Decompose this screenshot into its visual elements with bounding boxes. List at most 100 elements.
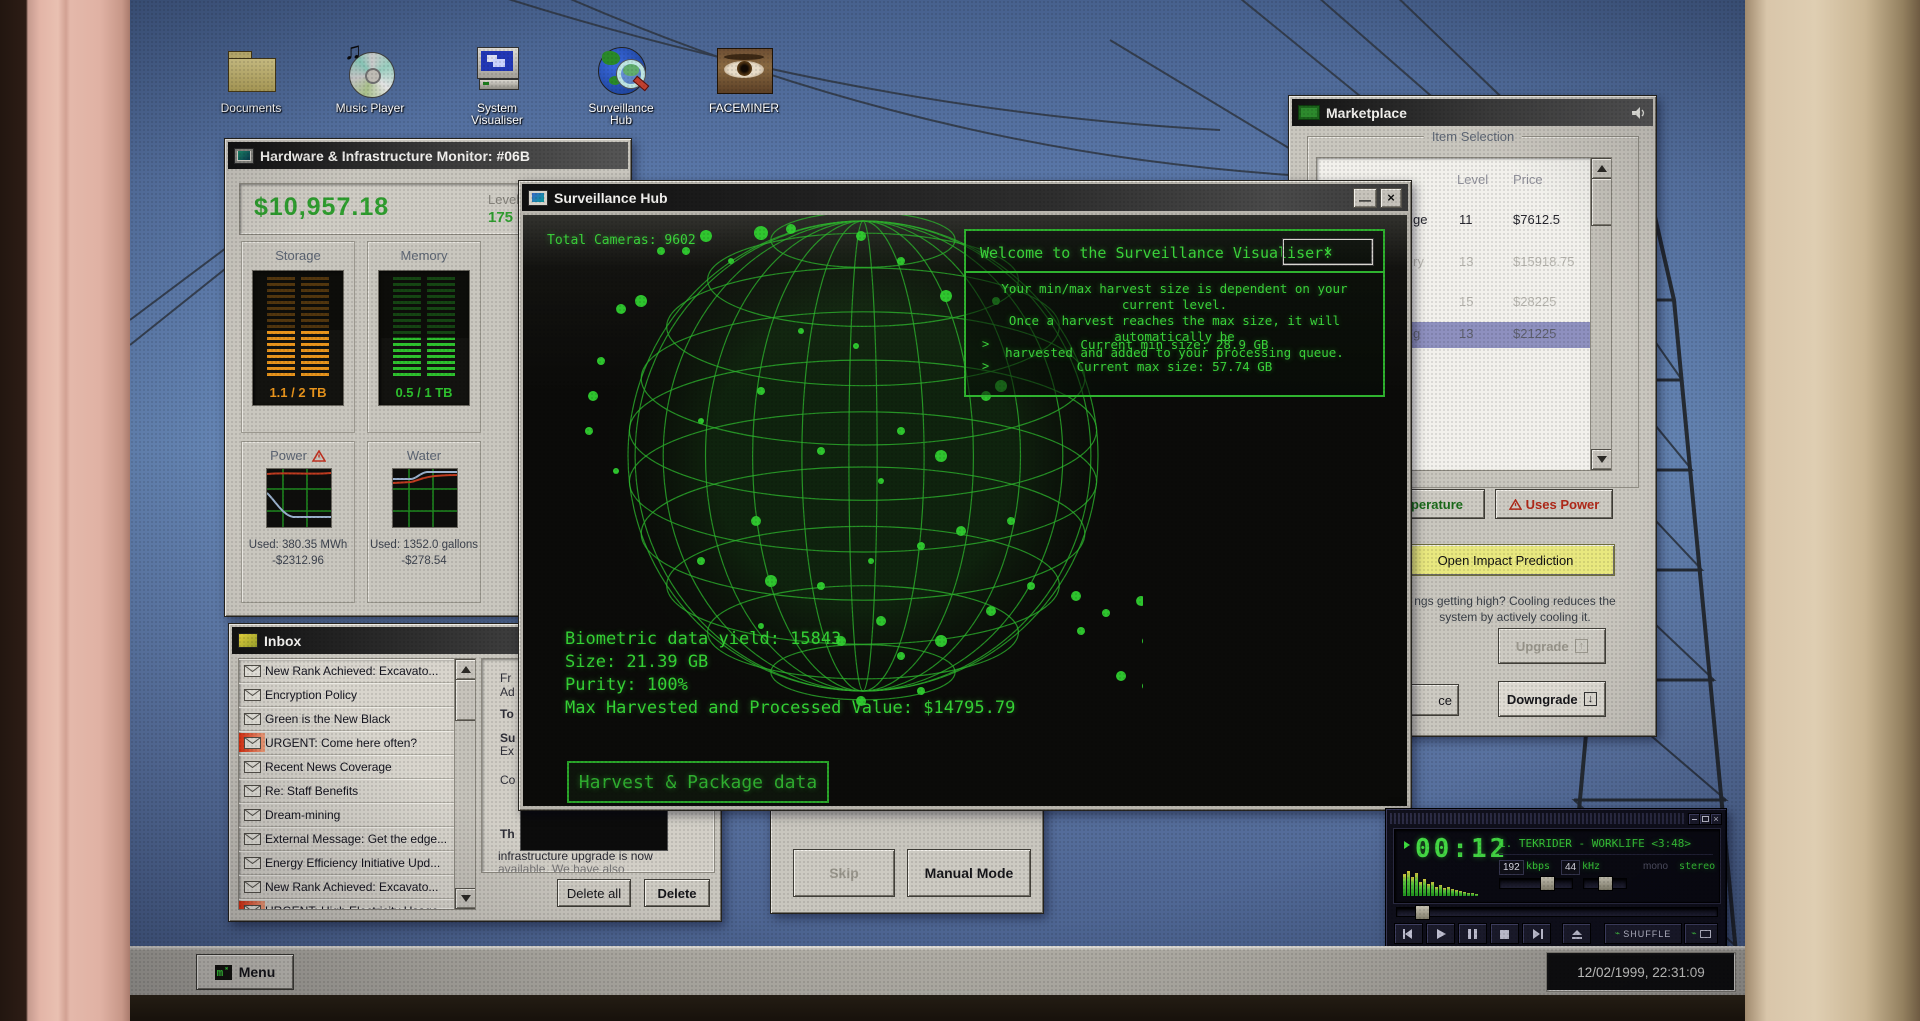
cooling-line: system by actively cooling it.	[1439, 610, 1591, 624]
mail-icon	[238, 633, 258, 648]
market-scrollbar[interactable]	[1590, 158, 1611, 470]
hub-viewport: Total Cameras: 9602 Biometric data yield…	[523, 215, 1407, 806]
email-field-fragment: Th	[500, 827, 515, 841]
storage-panel: Storage 1.1 / 2 TB	[241, 241, 355, 433]
dialog-close-button[interactable]: ×	[1283, 239, 1373, 265]
seek-bar[interactable]	[1396, 905, 1718, 920]
power-used: Used: 380.35 MWh	[248, 539, 348, 551]
inbox-list-item[interactable]: Green is the New Black	[239, 707, 455, 731]
email-body-line: infrastructure upgrade is now	[498, 849, 653, 863]
shuffle-button[interactable]: ⌁ SHUFFLE	[1604, 923, 1682, 944]
scroll-up-button[interactable]	[455, 659, 475, 680]
player-close-button[interactable]: ×	[1710, 813, 1722, 825]
inbox-list-item[interactable]: URGENT: Come here often?	[239, 731, 455, 755]
play-indicator-icon	[1404, 841, 1410, 849]
system-icon	[469, 42, 525, 98]
delete-button[interactable]: Delete	[644, 879, 710, 907]
inbox-list-item[interactable]: External Message: Get the edge...	[239, 827, 455, 851]
menu-button[interactable]: m̽ Menu	[196, 954, 294, 990]
music-player-icon: ♫	[342, 38, 398, 98]
volume-slider[interactable]	[1499, 876, 1573, 891]
inbox-list-item[interactable]: New Rank Achieved: Excavato...	[239, 875, 455, 899]
hub-stat-line: Biometric data yield: 15843	[565, 629, 842, 649]
desktop-icon-music-player[interactable]: ♫ Music Player	[322, 38, 418, 114]
harvest-package-button[interactable]: Harvest & Package data	[567, 761, 829, 803]
hub-stat-line: Purity: 100%	[565, 675, 688, 695]
water-used: Used: 1352.0 gallons	[369, 539, 479, 551]
email-field-fragment: Fr	[500, 671, 512, 685]
uses-power-tag[interactable]: Uses Power	[1495, 489, 1613, 519]
time-display: 00:12	[1415, 834, 1509, 864]
open-impact-prediction-button[interactable]: Open Impact Prediction	[1396, 544, 1615, 576]
storage-gauge: 1.1 / 2 TB	[252, 270, 344, 406]
email-subject: New Rank Achieved: Excavato...	[265, 879, 439, 894]
next-button[interactable]	[1522, 923, 1551, 944]
player-display: 00:12 1. TEKRIDER - WORKLIFE <3:48> 192 …	[1394, 829, 1720, 903]
email-subject: Re: Staff Benefits	[265, 783, 359, 798]
scroll-down-button[interactable]	[455, 888, 475, 909]
scroll-thumb[interactable]	[1591, 178, 1611, 226]
inbox-list-item[interactable]: Re: Staff Benefits	[239, 779, 455, 803]
scroll-thumb[interactable]	[455, 679, 475, 721]
taskbar: m̽ Menu 12/02/1999, 22:31:09	[130, 946, 1745, 995]
email-field-fragment: Co	[500, 773, 516, 787]
surveillance-hub-titlebar[interactable]: Surveillance Hub — ×	[522, 184, 1408, 211]
speaker-icon[interactable]	[1631, 106, 1647, 120]
hardware-monitor-titlebar[interactable]: Hardware & Infrastructure Monitor: #06B	[228, 142, 628, 169]
inbox-list-item[interactable]: Energy Efficiency Initiative Upd...	[239, 851, 455, 875]
surveillance-icon	[593, 42, 650, 98]
skip-button[interactable]: Skip	[793, 849, 895, 897]
scroll-down-button[interactable]	[1591, 449, 1611, 470]
player-titlebar[interactable]	[1390, 813, 1686, 824]
inbox-list-item[interactable]: Encryption Policy	[239, 683, 455, 707]
envelope-icon	[239, 661, 265, 680]
desktop-icon-documents[interactable]: Documents	[203, 42, 299, 114]
scroll-up-button[interactable]	[1591, 158, 1611, 179]
column-price: Price	[1513, 172, 1543, 187]
inbox-list-item[interactable]: New Rank Achieved: Excavato...	[239, 659, 455, 683]
monitor-photo-stage: Documents ♫ Music Player System Visualise…	[0, 0, 1920, 1021]
cooling-line: ngs getting high? Cooling reduces the	[1414, 594, 1616, 608]
storage-label: Storage	[275, 248, 321, 263]
samplerate-unit: kHz	[1582, 861, 1601, 872]
envelope-icon	[239, 853, 265, 872]
taskbar-clock: 12/02/1999, 22:31:09	[1546, 952, 1736, 992]
delete-all-button[interactable]: Delete all	[557, 879, 631, 907]
warning-icon	[311, 449, 326, 462]
seek-thumb[interactable]	[1415, 905, 1430, 920]
manual-mode-button[interactable]: Manual Mode	[907, 849, 1031, 897]
item-price: $7612.5	[1513, 212, 1560, 227]
item-price: $28225	[1513, 294, 1557, 309]
prev-button[interactable]	[1394, 923, 1423, 944]
stop-button[interactable]	[1490, 923, 1519, 944]
desktop-screen: Documents ♫ Music Player System Visualise…	[130, 0, 1745, 995]
inbox-list-item[interactable]: Dream-mining	[239, 803, 455, 827]
minimize-button[interactable]: —	[1353, 187, 1377, 208]
eject-button[interactable]	[1562, 923, 1591, 944]
email-subject: Recent News Coverage	[265, 759, 392, 774]
play-button[interactable]	[1426, 923, 1455, 944]
warning-icon	[1508, 498, 1522, 510]
upgrade-button[interactable]: Upgrade ↑	[1498, 628, 1606, 664]
inbox-scrollbar[interactable]	[454, 659, 475, 909]
desktop-icon-surveillance[interactable]: Surveillance Hub	[573, 42, 669, 126]
power-cost: -$2312.96	[272, 555, 324, 567]
item-level: 15	[1459, 294, 1474, 309]
marketplace-titlebar[interactable]: Marketplace	[1292, 99, 1653, 126]
window-title: Surveillance Hub	[554, 189, 668, 206]
email-subject: Encryption Policy	[265, 687, 358, 702]
email-field-fragment: Su	[500, 731, 516, 745]
desktop-icon-system[interactable]: System Visualiser	[449, 42, 545, 126]
repeat-button[interactable]: ⌁	[1684, 923, 1718, 944]
pause-button[interactable]	[1458, 923, 1487, 944]
downgrade-button[interactable]: Downgrade ↓	[1498, 681, 1606, 717]
inbox-list: New Rank Achieved: Excavato... Encryptio…	[238, 658, 476, 910]
power-label: Power	[270, 448, 307, 463]
inbox-list-item[interactable]: Recent News Coverage	[239, 755, 455, 779]
memory-gauge: 0.5 / 1 TB	[378, 270, 470, 406]
desktop-icon-faceminer[interactable]: FACEMINER	[696, 42, 792, 114]
email-field-fragment: Ex	[500, 744, 515, 758]
balance-slider[interactable]	[1583, 876, 1627, 891]
inbox-list-item[interactable]: URGENT: High Electricity Usage	[239, 899, 455, 909]
close-button[interactable]: ×	[1380, 187, 1402, 208]
